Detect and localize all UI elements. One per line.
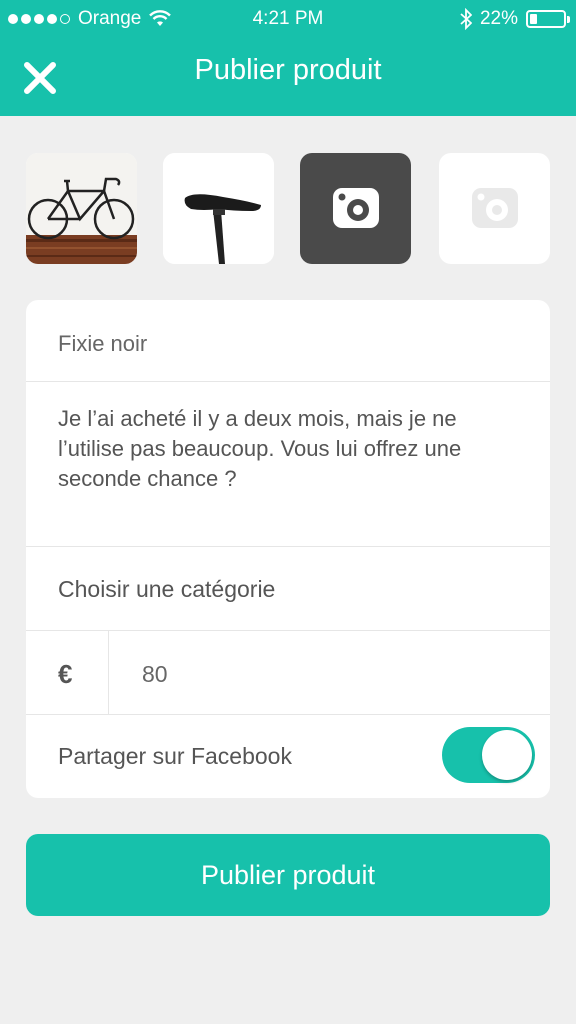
price-field[interactable]: € 80 <box>26 631 550 715</box>
price-divider <box>108 631 109 715</box>
camera-icon <box>333 188 379 228</box>
description-field[interactable]: Je l’ai acheté il y a deux mois, mais je… <box>26 382 550 547</box>
page-title: Publier produit <box>194 54 382 86</box>
battery-icon <box>526 10 570 28</box>
header-bar: Orange 4:21 PM 22% Publier produit <box>0 0 576 116</box>
status-right: 22% <box>460 8 570 30</box>
price-input-value[interactable]: 80 <box>142 661 168 688</box>
publish-button[interactable]: Publier produit <box>26 834 550 916</box>
toggle-knob <box>482 730 532 780</box>
add-photo-button[interactable] <box>439 153 550 264</box>
saddle-photo-icon <box>163 153 274 264</box>
add-photo-button-active[interactable] <box>300 153 411 264</box>
category-placeholder: Choisir une catégorie <box>58 576 276 602</box>
battery-level <box>530 14 537 24</box>
photo-saddle[interactable] <box>163 153 274 264</box>
camera-icon <box>472 188 518 228</box>
title-field[interactable]: Fixie noir <box>26 300 550 382</box>
bicycle-photo-icon <box>26 153 137 264</box>
title-input-value[interactable]: Fixie noir <box>58 331 147 357</box>
facebook-share-toggle[interactable] <box>442 727 535 783</box>
product-form: Fixie noir Je l’ai acheté il y a deux mo… <box>26 300 550 798</box>
currency-symbol: € <box>58 659 73 689</box>
status-bar: Orange 4:21 PM 22% <box>0 0 576 40</box>
category-selector[interactable]: Choisir une catégorie <box>26 547 550 631</box>
battery-percent: 22% <box>479 8 518 29</box>
facebook-share-row: Partager sur Facebook <box>26 715 550 798</box>
bluetooth-icon <box>460 8 472 30</box>
photo-bicycle[interactable] <box>26 153 137 264</box>
description-input-value[interactable]: Je l’ai acheté il y a deux mois, mais je… <box>58 404 528 494</box>
facebook-share-label: Partager sur Facebook <box>58 743 292 769</box>
